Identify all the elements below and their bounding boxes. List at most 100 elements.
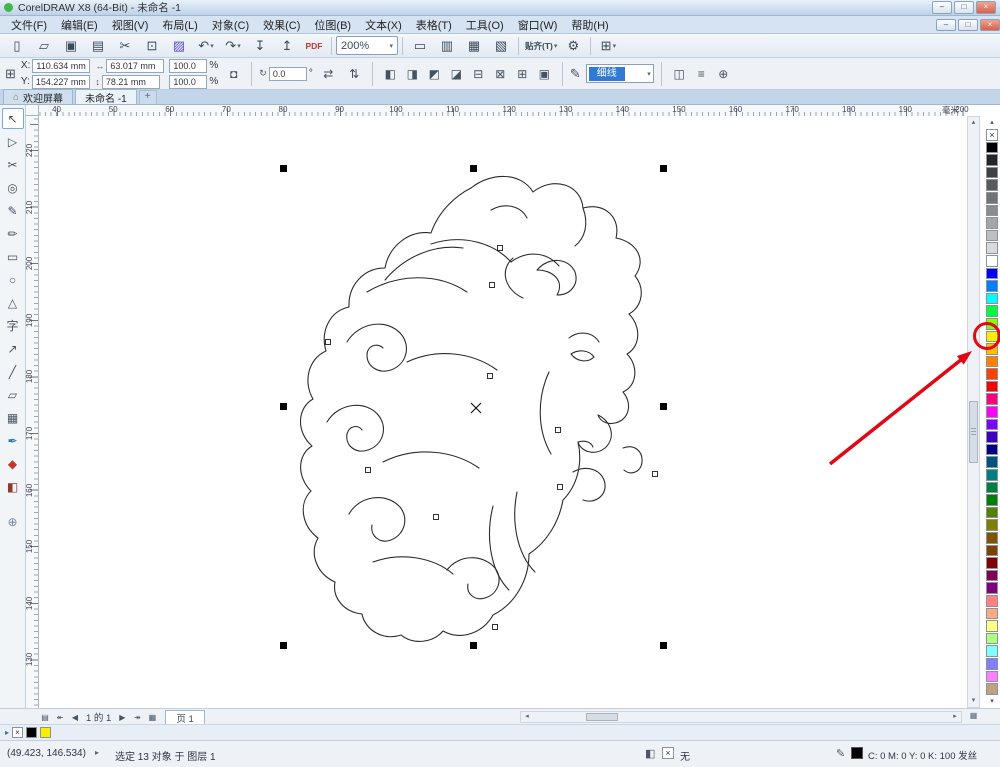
import-button[interactable]: ↧: [247, 36, 273, 56]
selection-handle[interactable]: [280, 642, 287, 649]
show-rulers-button[interactable]: ▥: [434, 36, 460, 56]
redo-button[interactable]: ↷ ▾: [220, 36, 246, 56]
page-grid-icon[interactable]: ▦: [146, 713, 158, 722]
vertical-ruler[interactable]: 220 210 200 190 180 170 160 150 140 130: [25, 116, 39, 708]
zoom-tool[interactable]: ◎: [2, 177, 24, 198]
palette-swatch[interactable]: [986, 154, 998, 166]
palette-swatch[interactable]: [986, 683, 998, 695]
print-button[interactable]: ▤: [85, 36, 111, 56]
rectangle-tool[interactable]: ▭: [2, 246, 24, 267]
transparency-tool[interactable]: ▦: [2, 407, 24, 428]
selection-handle[interactable]: [660, 642, 667, 649]
weld-button[interactable]: ◨: [402, 64, 423, 84]
palette-swatch[interactable]: [986, 191, 998, 204]
palette-swatch[interactable]: [986, 506, 998, 519]
export-button[interactable]: ↥: [274, 36, 300, 56]
palette-swatch[interactable]: [986, 380, 998, 393]
prev-page-button[interactable]: ◀: [69, 713, 81, 722]
rotation-angle-input[interactable]: 0.0: [268, 66, 307, 81]
y-position-input[interactable]: 154.227 mm: [31, 74, 90, 89]
scroll-up-button[interactable]: ▴: [968, 117, 979, 129]
trim-button[interactable]: ◩: [424, 64, 445, 84]
menu-view[interactable]: 视图(V): [105, 15, 156, 35]
connector-tool[interactable]: ╱: [2, 361, 24, 382]
fill-color-swatch[interactable]: ×: [662, 747, 674, 759]
palette-swatch[interactable]: [986, 519, 998, 531]
zoom-level-select[interactable]: 200% ▾: [336, 36, 398, 55]
horizontal-scrollbar[interactable]: ◂ ▸: [520, 711, 962, 723]
combine-button[interactable]: ◧: [380, 64, 401, 84]
menu-object[interactable]: 对象(C): [205, 15, 256, 35]
palette-swatch[interactable]: [986, 317, 998, 330]
selection-handle[interactable]: [470, 642, 477, 649]
application-launcher-button[interactable]: ⊞ ▾: [595, 36, 621, 56]
palette-swatch[interactable]: [986, 632, 998, 645]
paste-button[interactable]: ▨: [166, 36, 192, 56]
selection-handle[interactable]: [280, 403, 287, 410]
palette-no-color-swatch[interactable]: ×: [986, 129, 998, 141]
vertical-scrollbar[interactable]: ▴ ▾: [967, 116, 980, 708]
tab-welcome-screen[interactable]: ⌂ 欢迎屏幕: [3, 89, 74, 105]
palette-swatch[interactable]: [986, 305, 998, 317]
menu-effects[interactable]: 效果(C): [256, 15, 307, 35]
scale-y-input[interactable]: 100.0: [169, 74, 208, 89]
open-button[interactable]: ▱: [31, 36, 57, 56]
create-boundary-button[interactable]: ▣: [534, 64, 555, 84]
palette-swatch[interactable]: [986, 582, 998, 594]
new-tab-button[interactable]: +: [138, 90, 157, 104]
palette-swatch[interactable]: [986, 292, 998, 305]
palette-swatch[interactable]: [986, 204, 998, 217]
intersect-button[interactable]: ◪: [446, 64, 467, 84]
menu-text[interactable]: 文本(X): [358, 15, 409, 35]
next-page-button[interactable]: ▶: [116, 713, 128, 722]
node-marker[interactable]: [497, 245, 503, 251]
drop-shadow-tool[interactable]: ▱: [2, 384, 24, 405]
selection-handle[interactable]: [470, 165, 477, 172]
palette-swatch[interactable]: [986, 254, 998, 267]
copy-button[interactable]: ⊡: [139, 36, 165, 56]
palette-swatch[interactable]: [986, 456, 998, 469]
menu-bitmaps[interactable]: 位图(B): [307, 15, 358, 35]
first-page-button[interactable]: ↞: [54, 713, 66, 722]
palette-swatch[interactable]: [986, 469, 998, 481]
menu-table[interactable]: 表格(T): [409, 15, 459, 35]
palette-swatch[interactable]: [986, 355, 998, 368]
document-palette-flyout-icon[interactable]: ▸: [5, 728, 9, 737]
palette-swatch[interactable]: [986, 343, 998, 355]
quick-customize-button[interactable]: ⊕: [713, 64, 734, 84]
palette-swatch[interactable]: [986, 368, 998, 380]
back-minus-front-button[interactable]: ⊞: [512, 64, 533, 84]
scroll-down-button[interactable]: ▾: [968, 695, 979, 707]
palette-swatch[interactable]: [986, 443, 998, 456]
palette-scroll-up-button[interactable]: ▴: [986, 117, 998, 129]
lion-artwork[interactable]: [285, 160, 670, 660]
page-sorter-icon[interactable]: ▤: [39, 713, 51, 722]
shape-tool[interactable]: ▷: [2, 131, 24, 152]
node-marker[interactable]: [365, 467, 371, 473]
doc-close-button[interactable]: ×: [980, 18, 1000, 31]
wrap-paragraph-text-button[interactable]: ◫: [669, 64, 690, 84]
pick-tool[interactable]: ↖: [1, 108, 24, 129]
document-palette-swatch[interactable]: [40, 727, 52, 738]
new-document-button[interactable]: ▯: [4, 36, 30, 56]
view-navigator-button[interactable]: ▦: [966, 710, 981, 722]
palette-swatch[interactable]: [986, 494, 998, 506]
vertical-scrollbar-thumb[interactable]: [969, 401, 978, 463]
interactive-fill-tool[interactable]: ◆: [2, 453, 24, 474]
mirror-vertical-button[interactable]: ⇅: [344, 64, 365, 84]
text-tool[interactable]: 字: [2, 315, 24, 336]
scale-x-input[interactable]: 100.0: [169, 58, 208, 73]
node-marker[interactable]: [433, 514, 439, 520]
node-marker[interactable]: [652, 471, 658, 477]
node-marker[interactable]: [555, 427, 561, 433]
close-button[interactable]: ×: [976, 1, 996, 14]
parallel-dimension-tool[interactable]: ↗: [2, 338, 24, 359]
last-page-button[interactable]: ↠: [131, 713, 143, 722]
show-guidelines-button[interactable]: ▧: [488, 36, 514, 56]
palette-swatch[interactable]: [986, 418, 998, 431]
polygon-tool[interactable]: △: [2, 292, 24, 313]
smart-fill-tool[interactable]: ◧: [2, 476, 24, 497]
tab-document[interactable]: 未命名 -1: [75, 89, 137, 105]
menu-tools[interactable]: 工具(O): [459, 15, 511, 35]
scroll-left-button[interactable]: ◂: [521, 712, 533, 722]
